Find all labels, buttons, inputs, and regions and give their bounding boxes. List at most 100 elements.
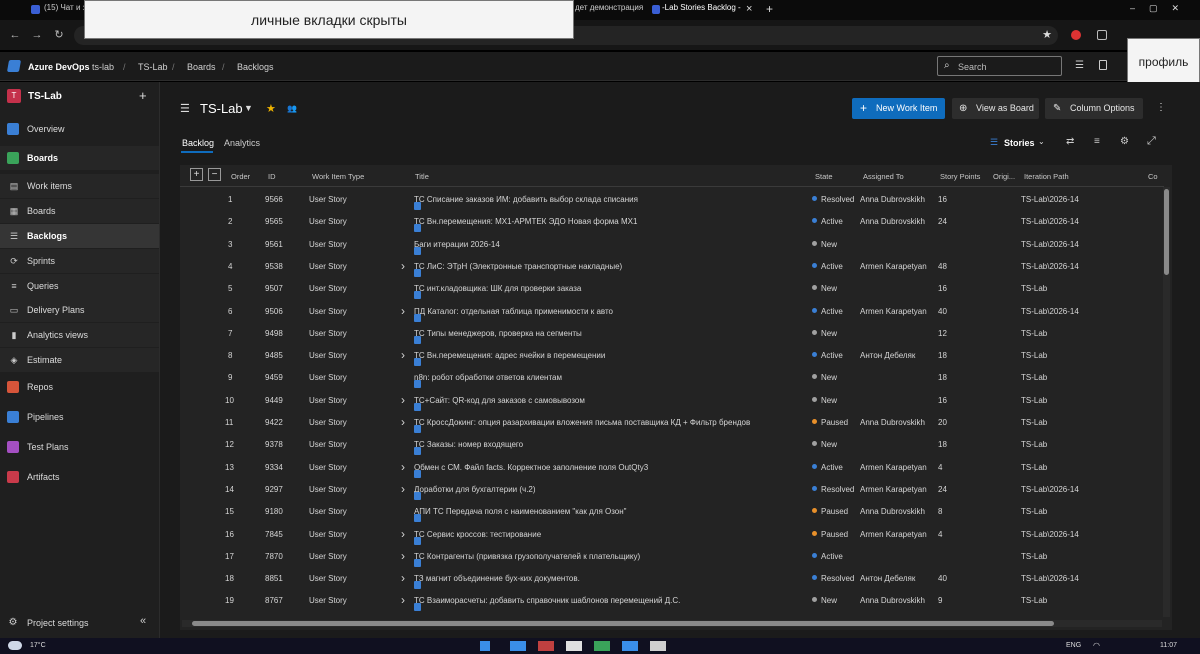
column-header-type[interactable]: Work Item Type [312, 172, 364, 181]
expand-row-icon[interactable]: › [401, 393, 405, 407]
start-icon[interactable] [480, 641, 490, 651]
row-title-text[interactable]: ТС Взаиморасчеты: добавить справочник ша… [414, 596, 680, 605]
sidebar-item-overview[interactable]: Overview [0, 117, 159, 141]
backlog-menu-icon[interactable]: ☰ [180, 102, 190, 115]
gear-icon[interactable]: ⚙ [1120, 136, 1129, 147]
table-row[interactable]: 6 9506 User Story › ПД Каталог: отдельная та… [180, 300, 1164, 322]
horizontal-scrollbar[interactable] [182, 620, 1162, 627]
sidebar-item-estimate[interactable]: ◈ Estimate [0, 348, 159, 372]
team-members-icon[interactable]: 👥 [287, 104, 297, 113]
tab-close-icon[interactable]: × [746, 3, 752, 15]
table-row[interactable]: 9 9459 User Story n8n: робот обработки отве… [180, 366, 1164, 389]
table-row[interactable]: 4 9538 User Story › ТС ЛиС: ЭТрН (Электронны… [180, 255, 1164, 277]
task-list-icon[interactable]: ☰ [1075, 60, 1084, 71]
table-row[interactable]: 13 9334 User Story › Обмен с СМ. Файл facts.… [180, 456, 1164, 478]
sidebar-item-boards-hub[interactable]: Boards [0, 146, 159, 170]
row-title-text[interactable]: ТС Вн.перемещения: МХ1-АРМТЕК ЭДО Новая … [414, 217, 637, 226]
row-title-text[interactable]: ТС Заказы: номер входящего [414, 440, 523, 449]
horizontal-scrollbar-thumb[interactable] [192, 621, 1054, 626]
vertical-scrollbar[interactable] [1163, 187, 1170, 617]
row-title-text[interactable]: ТС+Сайт: QR-код для заказов с самовывозо… [414, 396, 585, 405]
expand-all-icon[interactable]: + [190, 168, 203, 181]
column-header-original[interactable]: Origi... [993, 172, 1015, 181]
extension-icon[interactable] [1097, 30, 1107, 40]
column-header-assigned[interactable]: Assigned To [863, 172, 904, 181]
table-row[interactable]: 18 8851 User Story › ТЗ магнит объединение б… [180, 567, 1164, 590]
table-row[interactable]: 11 9422 User Story › ТС КроссДокинг: опция р… [180, 411, 1164, 433]
expand-row-icon[interactable]: › [401, 415, 405, 429]
column-header-co[interactable]: Co [1148, 172, 1158, 181]
row-title-text[interactable]: ТС Типы менеджеров, проверка на сегменты [414, 329, 582, 338]
clock[interactable]: 11:07 [1160, 642, 1177, 649]
sidebar-item-project-settings[interactable]: ⚙ Project settings [0, 611, 159, 635]
row-title-text[interactable]: Доработки для бухгалтерии (ч.2) [414, 485, 536, 494]
tab-analytics[interactable]: Analytics [224, 138, 260, 148]
table-row[interactable]: 5 9507 User Story ТС инт.кладовщика: ШК для… [180, 277, 1164, 300]
table-row[interactable]: 8 9485 User Story › ТС Вн.перемещения: адрес… [180, 344, 1164, 367]
expand-row-icon[interactable]: › [401, 549, 405, 563]
row-title-text[interactable]: n8n: робот обработки ответов клиентам [414, 373, 562, 382]
table-row[interactable]: 14 9297 User Story › Доработки для бухгалтер… [180, 478, 1164, 500]
extension-icon-red[interactable] [1071, 30, 1081, 40]
vertical-scrollbar-thumb[interactable] [1164, 189, 1169, 275]
shopping-bag-icon[interactable] [1099, 60, 1107, 70]
row-title-text[interactable]: ПД Каталог: отдельная таблица применимос… [414, 307, 613, 316]
expand-row-icon[interactable]: › [401, 348, 405, 362]
browser-tab-chat[interactable]: (15) Чат и з [44, 3, 84, 18]
table-row[interactable]: 3 9561 User Story Баги итерации 2026-14 New T… [180, 233, 1164, 255]
row-title-text[interactable]: ТС инт.кладовщика: ШК для проверки заказ… [414, 284, 581, 293]
sidebar-item-sprints[interactable]: ⟳ Sprints [0, 249, 159, 273]
search-input[interactable]: ⌕ Search [937, 56, 1062, 76]
collapse-sidebar-icon[interactable]: « [140, 615, 146, 627]
taskbar-apps[interactable] [510, 641, 710, 651]
row-title-text[interactable]: Обмен с СМ. Файл facts. Корректное запол… [414, 463, 648, 472]
back-icon[interactable]: ← [8, 28, 22, 42]
table-row[interactable]: 17 7870 User Story › ТС Контрагенты (привязк… [180, 545, 1164, 567]
language-indicator[interactable]: ENG [1066, 642, 1081, 649]
sidebar-item-artifacts[interactable]: Artifacts [0, 465, 159, 489]
sidebar-item-delivery-plans[interactable]: ▭ Delivery Plans [0, 298, 159, 322]
browser-tab-demo[interactable]: дет демонстрация [575, 3, 645, 18]
table-row[interactable]: 2 9565 User Story ТС Вн.перемещения: МХ1-АР… [180, 210, 1164, 233]
sidebar-item-test-plans[interactable]: Test Plans [0, 435, 159, 459]
table-row[interactable]: 16 7845 User Story › ТС Сервис кроссов: тест… [180, 523, 1164, 545]
table-row[interactable]: 12 9378 User Story ТС Заказы: номер входяще… [180, 433, 1164, 456]
row-title-text[interactable]: ТЗ магнит объединение бух-ких документов… [414, 574, 580, 583]
sidebar-item-pipelines[interactable]: Pipelines [0, 405, 159, 429]
new-work-item-button[interactable]: + New Work Item [852, 98, 945, 119]
sidebar-item-analytics-views[interactable]: ▮ Analytics views [0, 323, 159, 347]
project-avatar[interactable]: T [7, 89, 21, 103]
row-title-text[interactable]: Баги итерации 2026-14 [414, 240, 500, 249]
row-title-text[interactable]: ТС ЛиС: ЭТрН (Электронные транспортные н… [414, 262, 622, 271]
row-title-text[interactable]: ТС Вн.перемещения: адрес ячейки в переме… [414, 351, 605, 360]
expand-row-icon[interactable]: › [401, 259, 405, 273]
row-title-text[interactable]: ТС Списание заказов ИМ: добавить выбор с… [414, 195, 638, 204]
sidebar-item-repos[interactable]: Repos [0, 375, 159, 399]
more-options-icon[interactable]: ⋮ [1156, 102, 1166, 113]
breadcrumb-boards[interactable]: Boards [187, 62, 216, 72]
tab-backlog[interactable]: Backlog [182, 138, 214, 148]
forward-icon[interactable]: → [30, 28, 44, 42]
row-title-text[interactable]: ТС Контрагенты (привязка грузополучателе… [414, 552, 640, 561]
column-header-iteration[interactable]: Iteration Path [1024, 172, 1069, 181]
sidebar-item-work-items[interactable]: ▤ Work items [0, 174, 159, 198]
table-row[interactable]: 15 9180 User Story АПИ ТС Передача поля с н… [180, 500, 1164, 523]
row-title-text[interactable]: ТС КроссДокинг: опция разархивации вложе… [414, 418, 750, 427]
project-name[interactable]: TS-Lab [28, 91, 62, 102]
board-title[interactable]: TS-Lab [200, 101, 243, 116]
table-row[interactable]: 1 9566 User Story ТС Списание заказов ИМ: д… [180, 188, 1164, 210]
azure-devops-logo-icon[interactable] [6, 60, 22, 72]
reload-icon[interactable]: ↻ [52, 28, 66, 42]
column-header-title[interactable]: Title [415, 172, 429, 181]
expand-row-icon[interactable]: › [401, 460, 405, 474]
breadcrumb-project[interactable]: TS-Lab [138, 62, 168, 72]
column-header-state[interactable]: State [815, 172, 833, 181]
column-header-story-points[interactable]: Story Points [940, 172, 980, 181]
row-title-text[interactable]: АПИ ТС Передача поля с наименованием "ка… [414, 507, 627, 516]
collapse-all-icon[interactable]: − [208, 168, 221, 181]
table-row[interactable]: 7 9498 User Story ТС Типы менеджеров, прове… [180, 322, 1164, 344]
sidebar-item-boards[interactable]: ▦ Boards [0, 199, 159, 223]
add-icon[interactable]: + [139, 88, 147, 103]
column-options-button[interactable]: ✎ Column Options [1045, 98, 1143, 119]
bookmark-star-icon[interactable]: ★ [1040, 28, 1054, 42]
